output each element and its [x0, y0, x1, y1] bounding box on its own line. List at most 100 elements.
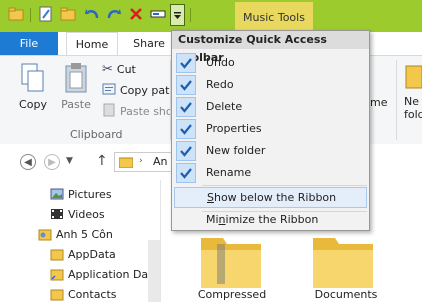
nav-item-user[interactable]: Anh 5 Côn — [38, 224, 113, 244]
forward-button[interactable]: ▶ — [44, 154, 60, 170]
menu-item-label: Redo — [206, 78, 234, 91]
tab-home[interactable]: Home — [66, 32, 118, 55]
title-bar: Music Tools — [0, 0, 422, 32]
recent-dropdown-icon[interactable]: ▼ — [66, 156, 73, 166]
menu-item-minimize-ribbon[interactable]: Minimize the Ribbon — [174, 209, 367, 230]
nav-item-contacts[interactable]: Contacts — [50, 284, 117, 304]
paste-icon — [63, 62, 89, 94]
menu-item-properties[interactable]: Properties — [174, 118, 367, 139]
nav-label: AppData — [68, 247, 116, 261]
delete-icon[interactable] — [128, 6, 144, 22]
folder-label: Compressed — [197, 288, 267, 301]
folder-icon — [50, 249, 64, 261]
menu-item-label: Undo — [206, 56, 235, 69]
paste-button[interactable]: Paste — [55, 60, 97, 111]
checkmark-icon — [176, 52, 196, 73]
access-key: n — [218, 213, 226, 226]
new-folder-icon[interactable] — [60, 6, 76, 22]
breadcrumb-chevron-icon: › — [139, 156, 143, 166]
menu-item-label: New folder — [206, 144, 266, 157]
checkmark-icon — [176, 162, 196, 183]
pictures-icon — [50, 188, 64, 200]
nav-label: Contacts — [68, 287, 117, 301]
back-button[interactable]: ◀ — [20, 154, 36, 170]
folder-label: Documents — [314, 288, 378, 301]
folder-compressed[interactable] — [199, 230, 263, 293]
arrow-left-icon: ◀ — [24, 156, 32, 168]
documents-folder-icon — [313, 238, 373, 288]
paste-shortcut-button[interactable]: Paste sho — [102, 102, 173, 120]
nav-scrollbar[interactable] — [148, 240, 160, 302]
menu-item-new-folder[interactable]: New folder — [174, 140, 367, 161]
copy-path-button[interactable]: Copy path — [102, 81, 176, 99]
tab-share[interactable]: Share — [126, 32, 172, 55]
checkmark-icon — [176, 118, 196, 139]
menu-item-spacer — [177, 188, 197, 208]
folder-icon[interactable] — [8, 6, 24, 22]
checkmark-icon — [176, 74, 196, 95]
user-folder-icon — [38, 229, 52, 241]
zip-folder-icon — [201, 238, 261, 288]
access-key: S — [207, 191, 214, 204]
copy-label: Copy — [19, 98, 47, 111]
menu-item-label: Properties — [206, 122, 262, 135]
menu-item-label: Minimize the Ribbon — [206, 213, 318, 226]
menu-item-rename[interactable]: Rename — [174, 162, 367, 183]
nav-label: Anh 5 Côn — [56, 227, 113, 241]
copy-path-icon — [102, 82, 116, 99]
new-folder-button-partial[interactable]: Ne fold — [404, 62, 422, 121]
contextual-tab-music-tools[interactable]: Music Tools — [235, 2, 313, 32]
qat-separator — [30, 8, 31, 22]
scissors-icon: ✂ — [102, 61, 113, 77]
redo-icon[interactable] — [106, 6, 122, 22]
cut-label: Cut — [116, 62, 136, 76]
paste-shortcut-label: Paste sho — [120, 104, 173, 118]
menu-item-label: Rename — [206, 166, 252, 179]
menu-item-redo[interactable]: Redo — [174, 74, 367, 95]
nav-item-videos[interactable]: Videos — [50, 204, 105, 224]
rename-button-partial[interactable]: me — [370, 96, 387, 109]
properties-icon[interactable] — [38, 6, 54, 22]
customize-qat-menu: Customize Quick Access Toolbar Undo Redo… — [171, 30, 370, 231]
breadcrumb[interactable]: An — [153, 155, 168, 168]
nav-item-appdata[interactable]: AppData — [50, 244, 116, 264]
menu-header: Customize Quick Access Toolbar — [172, 31, 369, 64]
videos-icon — [51, 209, 63, 219]
copy-path-label: Copy path — [120, 83, 177, 97]
menu-item-label-start: Mi — [206, 213, 219, 226]
nav-label: Pictures — [68, 187, 112, 201]
menu-item-undo[interactable]: Undo — [174, 52, 367, 73]
tab-file[interactable]: File — [0, 32, 58, 55]
nav-item-application-data[interactable]: Application Da — [50, 264, 148, 284]
qat-dropdown-button[interactable] — [170, 4, 185, 26]
folder-icon — [119, 157, 133, 168]
new-folder-label-2: fold — [404, 108, 422, 121]
nav-item-pictures[interactable]: Pictures — [50, 184, 112, 204]
menu-item-delete[interactable]: Delete — [174, 96, 367, 117]
group-separator — [396, 60, 397, 140]
paste-label: Paste — [61, 98, 91, 111]
menu-item-label-rest: imize the Ribbon — [225, 213, 319, 226]
menu-item-show-below-ribbon[interactable]: Show below the Ribbon — [174, 187, 367, 208]
menu-item-label: Show below the Ribbon — [207, 191, 336, 204]
cut-button[interactable]: ✂ Cut — [102, 60, 136, 78]
folder-documents[interactable] — [311, 230, 375, 293]
contacts-icon — [50, 289, 64, 301]
nav-label: Videos — [68, 207, 105, 221]
copy-button[interactable]: Copy — [12, 60, 54, 111]
arrow-right-icon: ▶ — [48, 156, 56, 168]
copy-icon — [20, 62, 46, 94]
new-folder-icon — [405, 65, 422, 89]
new-folder-label: Ne — [404, 95, 419, 108]
undo-icon[interactable] — [84, 6, 100, 22]
folder-shortcut-icon — [50, 269, 64, 281]
up-arrow-icon[interactable]: ↑ — [96, 153, 108, 169]
menu-item-label-rest: how below the Ribbon — [213, 191, 337, 204]
checkmark-icon — [176, 140, 196, 161]
clipboard-group-label: Clipboard — [70, 128, 123, 141]
navigation-pane: Pictures Videos Anh 5 Côn AppData Applic… — [0, 180, 160, 302]
rename-label: me — [370, 96, 388, 109]
rename-icon[interactable] — [150, 6, 166, 22]
nav-label: Application Da — [68, 267, 149, 281]
paste-shortcut-icon — [102, 103, 116, 120]
